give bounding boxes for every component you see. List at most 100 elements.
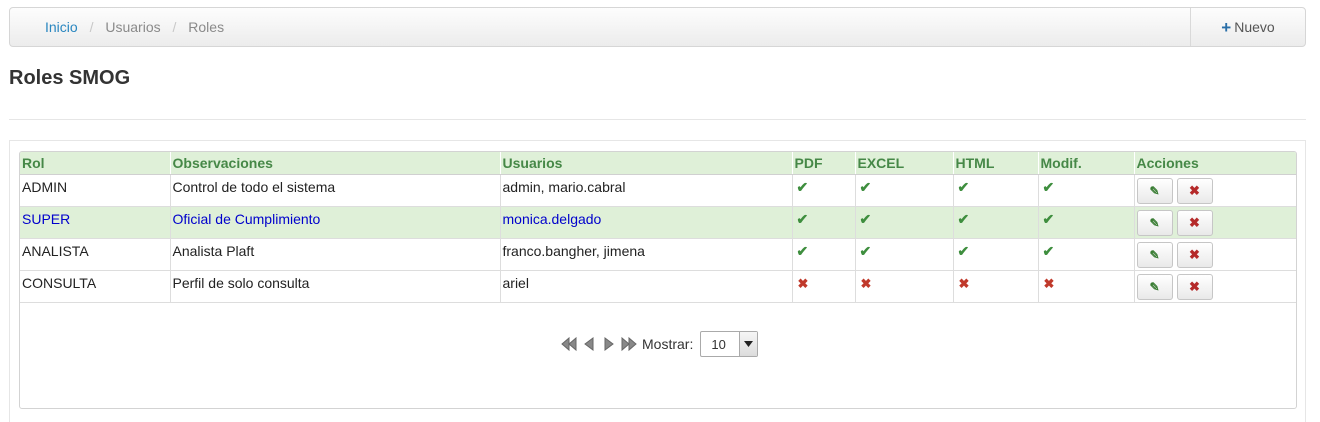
delete-x-icon: ✖: [1189, 279, 1200, 294]
page-title: Roles SMOG: [9, 67, 131, 89]
cell-excel: ✔: [855, 206, 954, 239]
delete-x-icon: ✖: [1189, 247, 1200, 262]
check-icon: ✔: [957, 243, 970, 259]
pencil-icon: ✎: [1149, 216, 1160, 230]
delete-x-icon: ✖: [1189, 183, 1200, 198]
delete-button[interactable]: ✖: [1176, 210, 1213, 236]
breadcrumb-inicio-link[interactable]: Inicio: [45, 19, 78, 35]
column-header-modif[interactable]: Modif.: [1038, 152, 1135, 175]
prev-page-icon[interactable]: [580, 335, 598, 353]
show-label: Mostrar:: [642, 336, 694, 352]
cell-acciones: ✎ ✖: [1134, 238, 1296, 271]
edit-button[interactable]: ✎: [1136, 242, 1173, 268]
new-button[interactable]: + Nuevo: [1190, 8, 1305, 46]
cell-excel: ✖: [855, 270, 954, 303]
edit-button[interactable]: ✎: [1136, 178, 1173, 204]
cell-excel: ✔: [855, 238, 954, 271]
delete-x-icon: ✖: [1189, 215, 1200, 230]
cell-usuarios: admin, mario.cabral: [500, 174, 793, 207]
delete-button[interactable]: ✖: [1176, 242, 1213, 268]
pencil-icon: ✎: [1149, 184, 1160, 198]
check-icon: ✔: [796, 211, 809, 227]
cell-pdf: ✔: [792, 206, 856, 239]
cell-excel: ✔: [855, 174, 954, 207]
column-header-usuarios[interactable]: Usuarios: [500, 152, 793, 175]
first-page-icon[interactable]: [560, 335, 578, 353]
table-row[interactable]: ADMIN Control de todo el sistema admin, ma…: [20, 174, 1296, 207]
page-size-value: 10: [711, 337, 726, 352]
table-header-row: Rol Observaciones Usuarios PDF EXCEL HTM…: [20, 152, 1296, 175]
cell-acciones: ✎ ✖: [1134, 270, 1296, 303]
breadcrumb-separator: /: [89, 19, 94, 35]
cell-modif: ✔: [1038, 206, 1135, 239]
cell-observaciones: Oficial de Cumplimiento: [170, 206, 501, 239]
breadcrumb-usuarios: Usuarios: [105, 19, 161, 35]
pager: Mostrar: 10: [560, 331, 759, 357]
cell-rol: CONSULTA: [20, 270, 171, 303]
cell-observaciones: Control de todo el sistema: [170, 174, 501, 207]
cell-usuarios: ariel: [500, 270, 793, 303]
top-navbar: Inicio / Usuarios / Roles + Nuevo: [9, 7, 1306, 47]
check-icon: ✔: [957, 211, 970, 227]
cell-modif: ✖: [1038, 270, 1135, 303]
new-button-label: Nuevo: [1234, 19, 1275, 35]
cell-usuarios: franco.bangher, jimena: [500, 238, 793, 271]
column-header-html[interactable]: HTML: [953, 152, 1039, 175]
check-icon: ✔: [1042, 211, 1055, 227]
cell-pdf: ✔: [792, 238, 856, 271]
cell-pdf: ✔: [792, 174, 856, 207]
column-header-observaciones[interactable]: Observaciones: [170, 152, 501, 175]
check-icon: ✔: [859, 211, 872, 227]
next-page-icon[interactable]: [600, 335, 618, 353]
cell-html: ✔: [953, 206, 1039, 239]
roles-table: Rol Observaciones Usuarios PDF EXCEL HTM…: [20, 152, 1296, 303]
check-icon: ✔: [859, 243, 872, 259]
check-icon: ✔: [1042, 243, 1055, 259]
check-icon: ✔: [859, 179, 872, 195]
column-header-acciones: Acciones: [1134, 152, 1296, 175]
cell-html: ✔: [953, 238, 1039, 271]
cell-html: ✔: [953, 174, 1039, 207]
plus-icon: +: [1221, 17, 1232, 37]
page-size-select[interactable]: 10: [700, 331, 759, 357]
breadcrumb-separator: /: [172, 19, 177, 35]
check-icon: ✔: [796, 179, 809, 195]
pencil-icon: ✎: [1149, 280, 1160, 294]
column-header-pdf[interactable]: PDF: [792, 152, 856, 175]
edit-button[interactable]: ✎: [1136, 210, 1173, 236]
cell-acciones: ✎ ✖: [1134, 174, 1296, 207]
cross-icon: ✖: [958, 276, 970, 291]
cell-modif: ✔: [1038, 238, 1135, 271]
cell-rol: ADMIN: [20, 174, 171, 207]
column-header-excel[interactable]: EXCEL: [855, 152, 954, 175]
cell-acciones: ✎ ✖: [1134, 206, 1296, 239]
breadcrumb-roles: Roles: [188, 19, 225, 35]
edit-button[interactable]: ✎: [1136, 274, 1173, 300]
cell-observaciones: Perfil de solo consulta: [170, 270, 501, 303]
divider: [9, 119, 1306, 120]
last-page-icon[interactable]: [620, 335, 638, 353]
check-icon: ✔: [796, 243, 809, 259]
breadcrumb: Inicio / Usuarios / Roles: [45, 19, 224, 35]
cross-icon: ✖: [1043, 276, 1055, 291]
cell-usuarios: monica.delgado: [500, 206, 793, 239]
cell-observaciones: Analista Plaft: [170, 238, 501, 271]
delete-button[interactable]: ✖: [1176, 274, 1213, 300]
cross-icon: ✖: [860, 276, 872, 291]
table-row[interactable]: CONSULTA Perfil de solo consulta ariel ✖ ✖ ✖ ✖…: [20, 270, 1296, 303]
column-header-rol[interactable]: Rol: [20, 152, 171, 175]
dropdown-arrow-icon[interactable]: [739, 332, 758, 356]
cell-rol: ANALISTA: [20, 238, 171, 271]
roles-grid: Rol Observaciones Usuarios PDF EXCEL HTM…: [19, 151, 1297, 409]
table-row[interactable]: SUPER Oficial de Cumplimiento monica.delga…: [20, 206, 1296, 239]
cell-modif: ✔: [1038, 174, 1135, 207]
pencil-icon: ✎: [1149, 248, 1160, 262]
cell-pdf: ✖: [792, 270, 856, 303]
check-icon: ✔: [957, 179, 970, 195]
cell-html: ✖: [953, 270, 1039, 303]
cell-rol: SUPER: [20, 206, 171, 239]
delete-button[interactable]: ✖: [1176, 178, 1213, 204]
check-icon: ✔: [1042, 179, 1055, 195]
table-row[interactable]: ANALISTA Analista Plaft franco.bangher, ji…: [20, 238, 1296, 271]
cross-icon: ✖: [797, 276, 809, 291]
